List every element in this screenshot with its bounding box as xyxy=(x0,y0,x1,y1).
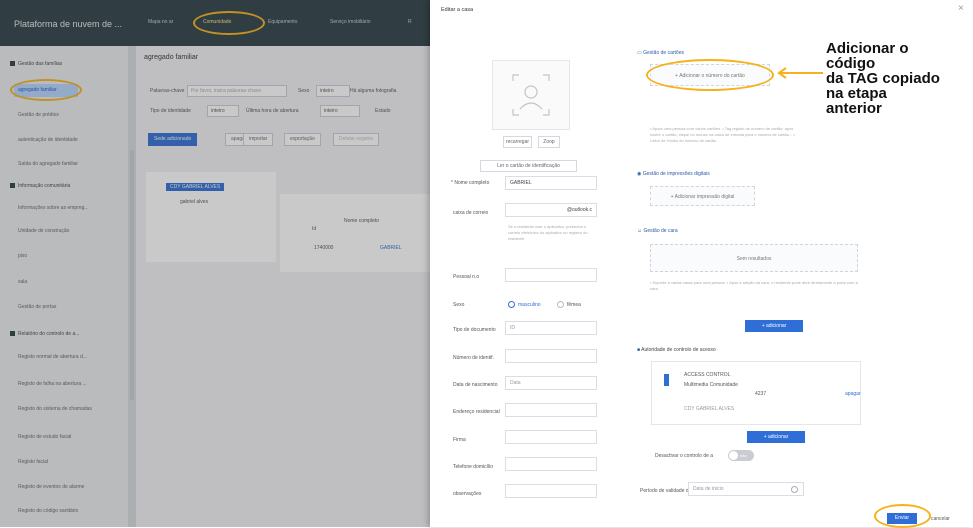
annotation-line-4: na etapa xyxy=(826,85,887,102)
sexo-masculino-label: masculino xyxy=(518,302,541,308)
card-section-title: ▭ Gestão de cartões xyxy=(637,50,684,56)
pessoal-input[interactable] xyxy=(505,268,597,282)
annotation-line-5: anterior xyxy=(826,100,882,117)
add-fingerprint-button[interactable]: + Adicionar impressão digital xyxy=(650,186,755,206)
access-card-community: Multimedia Comunidade xyxy=(684,382,738,388)
validity-label: Período de validade d xyxy=(640,488,689,494)
face-section-title: ☺ Gestão de cara xyxy=(637,228,678,234)
label-numero-identif: Número de identif. xyxy=(453,355,494,361)
highlight-ring-add-card xyxy=(646,59,774,91)
sexo-radio-femea[interactable] xyxy=(557,301,564,308)
clock-icon xyxy=(791,486,798,493)
door-icon xyxy=(664,374,669,386)
zoom-photo-button[interactable]: Zoop xyxy=(538,136,560,148)
label-tipo-documento: Tipo de documento xyxy=(453,327,496,333)
firma-input[interactable] xyxy=(505,430,597,444)
sexo-radio-masculino[interactable] xyxy=(508,301,515,308)
observacoes-input[interactable] xyxy=(505,484,597,498)
read-id-card-button[interactable]: Ler o cartão de identificação xyxy=(480,160,577,172)
reload-photo-button[interactable]: recarregar xyxy=(503,136,532,148)
annotation-line-1: Adicionar o xyxy=(826,40,909,57)
access-card-title: ACCESS CONTROL xyxy=(684,372,731,378)
label-endereco: Endereço residencial xyxy=(453,409,500,415)
label-nome: * Nome completo xyxy=(451,180,490,186)
label-observacoes: observações xyxy=(453,491,482,497)
face-notes: • Suporte a várias caras para uma pessoa… xyxy=(650,280,858,291)
access-section-title: ■ Autoridade de controlo de acesso xyxy=(637,347,716,353)
tipo-documento-select[interactable]: ID xyxy=(505,321,597,335)
label-telefone: Telefone domicílio xyxy=(453,464,494,470)
nome-input[interactable]: GABRIEL xyxy=(505,176,597,190)
card-notes: • Apoia uma pessoa com vários cartões. •… xyxy=(650,126,795,143)
cancel-button[interactable]: cancelar xyxy=(931,516,950,522)
telefone-input[interactable] xyxy=(505,457,597,471)
add-face-button[interactable]: + adicionar xyxy=(745,320,803,332)
annotation-line-3: da TAG copiado xyxy=(826,70,940,87)
access-remove-link[interactable]: apagar xyxy=(845,391,861,397)
email-hint: Se o residente usar o aplicativo, preenc… xyxy=(508,224,588,241)
face-photo-icon xyxy=(512,74,550,116)
access-toggle-label: Desactivar o controlo de a xyxy=(655,453,714,459)
annotation-arrow-icon xyxy=(777,67,823,79)
validity-start-input[interactable]: Data de início xyxy=(688,482,804,496)
modal-title: Editar a casa xyxy=(441,7,474,13)
add-access-button[interactable]: + adicionar xyxy=(747,431,805,443)
photo-frame[interactable] xyxy=(492,60,570,130)
label-firma: Firma xyxy=(453,437,466,443)
close-icon[interactable]: × xyxy=(958,3,964,14)
access-toggle[interactable]: não xyxy=(728,450,754,461)
email-input[interactable]: @outlook.c xyxy=(505,203,597,217)
label-data-nascimento: Data de nascimento xyxy=(453,382,498,388)
highlight-ring-submit xyxy=(874,504,931,528)
label-email: caixa de correio xyxy=(453,210,489,216)
annotation-line-2: código xyxy=(826,55,876,72)
sexo-femea-label: fêmea xyxy=(567,302,581,308)
face-list-empty: Sem resultados xyxy=(650,244,858,272)
access-card-number: 4237 xyxy=(755,391,767,397)
label-pessoal: Pessoal n.o xyxy=(453,274,480,280)
data-nascimento-input[interactable]: Data xyxy=(505,376,597,390)
endereco-input[interactable] xyxy=(505,403,597,417)
label-sexo: Sexo xyxy=(453,302,465,308)
access-card-owner: CDY GABRIEL ALVES xyxy=(684,406,735,412)
fingerprint-section-title: ◉ Gestão de impressões digitais xyxy=(637,171,710,177)
toggle-knob xyxy=(729,451,738,460)
numero-identif-input[interactable] xyxy=(505,349,597,363)
